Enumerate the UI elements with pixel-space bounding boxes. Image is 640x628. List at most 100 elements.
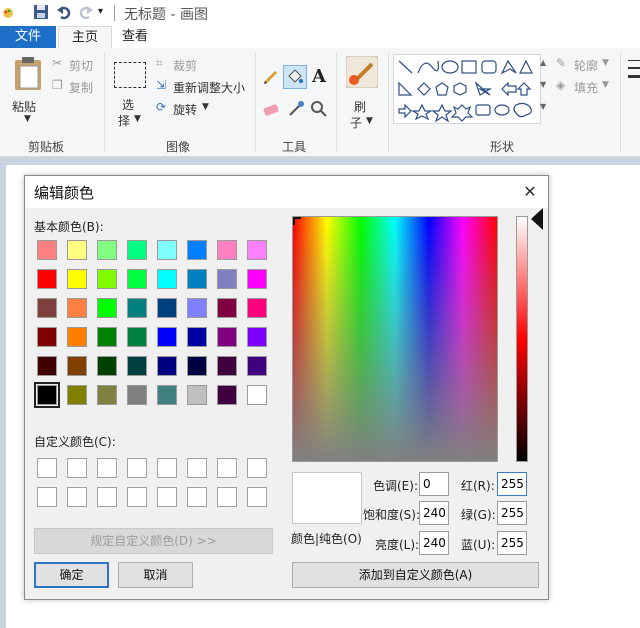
eraser-icon[interactable]	[262, 100, 280, 121]
basic-color-swatch[interactable]	[187, 269, 207, 289]
basic-color-swatch[interactable]	[37, 327, 57, 347]
select-button[interactable]: 选 择 ▼	[112, 58, 148, 130]
paste-button[interactable]: 粘贴 ▼	[8, 52, 48, 132]
redo-icon[interactable]	[78, 4, 94, 20]
custom-color-swatch[interactable]	[67, 487, 87, 507]
basic-color-swatch[interactable]	[247, 356, 267, 376]
basic-color-swatch[interactable]	[97, 356, 117, 376]
brushes-button[interactable]: 刷 子 ▼	[342, 54, 384, 132]
custom-color-swatch[interactable]	[187, 487, 207, 507]
basic-color-swatch[interactable]	[187, 385, 207, 405]
basic-color-swatch[interactable]	[34, 382, 60, 408]
basic-color-swatch[interactable]	[187, 240, 207, 260]
ok-button[interactable]: 确定	[34, 562, 109, 588]
basic-color-swatch[interactable]	[97, 298, 117, 318]
tab-file[interactable]: 文件	[0, 26, 56, 48]
custom-color-swatch[interactable]	[127, 487, 147, 507]
outline-button[interactable]: ✎ 轮廓 ▼	[556, 56, 626, 74]
luminance-arrow-icon[interactable]	[531, 208, 543, 230]
basic-color-swatch[interactable]	[217, 385, 237, 405]
green-input[interactable]	[497, 501, 527, 525]
basic-color-swatch[interactable]	[187, 356, 207, 376]
basic-color-swatch[interactable]	[127, 240, 147, 260]
shapes-gallery[interactable]	[393, 54, 541, 124]
save-icon[interactable]	[33, 4, 49, 20]
custom-color-swatch[interactable]	[157, 487, 177, 507]
custom-color-swatch[interactable]	[217, 487, 237, 507]
saturation-input[interactable]	[419, 501, 449, 525]
cut-button[interactable]: ✂ 剪切	[52, 56, 102, 74]
basic-color-swatch[interactable]	[97, 385, 117, 405]
cancel-button[interactable]: 取消	[118, 562, 193, 588]
custom-color-swatch[interactable]	[247, 487, 267, 507]
pencil-icon[interactable]	[262, 68, 280, 89]
basic-color-swatch[interactable]	[67, 298, 87, 318]
basic-color-swatch[interactable]	[157, 327, 177, 347]
basic-color-swatch[interactable]	[37, 269, 57, 289]
tab-view[interactable]: 查看	[112, 26, 158, 48]
basic-color-swatch[interactable]	[67, 240, 87, 260]
basic-color-swatch[interactable]	[157, 240, 177, 260]
basic-color-swatch[interactable]	[247, 385, 267, 405]
color-picker-icon[interactable]	[287, 100, 305, 121]
custom-color-swatch[interactable]	[37, 458, 57, 478]
custom-color-swatch[interactable]	[97, 458, 117, 478]
tab-home[interactable]: 主页	[58, 26, 112, 50]
luminance-input[interactable]	[419, 531, 449, 555]
custom-color-swatch[interactable]	[97, 487, 117, 507]
luminance-bar[interactable]	[516, 216, 528, 462]
basic-color-swatch[interactable]	[67, 327, 87, 347]
text-tool-icon[interactable]: A	[312, 66, 326, 87]
spectrum-crosshair-icon[interactable]	[293, 217, 301, 225]
fill-bucket-icon[interactable]	[283, 65, 307, 89]
basic-color-swatch[interactable]	[97, 240, 117, 260]
basic-color-swatch[interactable]	[127, 298, 147, 318]
custom-color-swatch[interactable]	[217, 458, 237, 478]
rotate-button[interactable]: ⟳ 旋转 ▼	[156, 100, 216, 118]
blue-input[interactable]	[497, 531, 527, 555]
basic-color-swatch[interactable]	[67, 269, 87, 289]
basic-color-swatch[interactable]	[67, 356, 87, 376]
shapes-scroll-down-icon[interactable]: ▼	[540, 80, 546, 89]
fill-button[interactable]: ◈ 填充 ▼	[556, 78, 626, 96]
basic-color-swatch[interactable]	[187, 298, 207, 318]
crop-button[interactable]: ⌗ 裁剪	[156, 56, 216, 74]
add-to-custom-colors-button[interactable]: 添加到自定义颜色(A)	[292, 562, 539, 588]
basic-color-swatch[interactable]	[127, 356, 147, 376]
basic-color-swatch[interactable]	[187, 327, 207, 347]
basic-color-swatch[interactable]	[247, 298, 267, 318]
basic-color-swatch[interactable]	[217, 298, 237, 318]
basic-color-swatch[interactable]	[37, 298, 57, 318]
basic-color-swatch[interactable]	[217, 356, 237, 376]
copy-button[interactable]: ❐ 复制	[52, 78, 102, 96]
basic-color-swatch[interactable]	[67, 385, 87, 405]
custom-color-swatch[interactable]	[187, 458, 207, 478]
basic-color-swatch[interactable]	[157, 269, 177, 289]
custom-color-swatch[interactable]	[157, 458, 177, 478]
undo-icon[interactable]	[56, 4, 72, 20]
custom-color-swatch[interactable]	[127, 458, 147, 478]
basic-color-swatch[interactable]	[127, 269, 147, 289]
basic-color-swatch[interactable]	[217, 327, 237, 347]
size-icon[interactable]	[628, 58, 640, 91]
basic-color-swatch[interactable]	[37, 356, 57, 376]
basic-color-swatch[interactable]	[157, 356, 177, 376]
basic-color-swatch[interactable]	[157, 385, 177, 405]
magnifier-icon[interactable]	[310, 100, 328, 121]
shapes-scroll-up-icon[interactable]: ▲	[540, 58, 546, 67]
basic-color-swatch[interactable]	[97, 269, 117, 289]
basic-color-swatch[interactable]	[217, 269, 237, 289]
close-icon[interactable]: ✕	[520, 182, 540, 202]
basic-color-swatch[interactable]	[217, 240, 237, 260]
custom-color-swatch[interactable]	[247, 458, 267, 478]
red-input[interactable]	[497, 472, 527, 496]
custom-color-swatch[interactable]	[67, 458, 87, 478]
custom-color-swatch[interactable]	[37, 487, 57, 507]
basic-color-swatch[interactable]	[127, 385, 147, 405]
basic-color-swatch[interactable]	[127, 327, 147, 347]
basic-color-swatch[interactable]	[97, 327, 117, 347]
basic-color-swatch[interactable]	[247, 240, 267, 260]
hue-input[interactable]	[419, 472, 449, 496]
resize-button[interactable]: ⇲ 重新调整大小	[156, 78, 252, 96]
basic-color-swatch[interactable]	[37, 240, 57, 260]
